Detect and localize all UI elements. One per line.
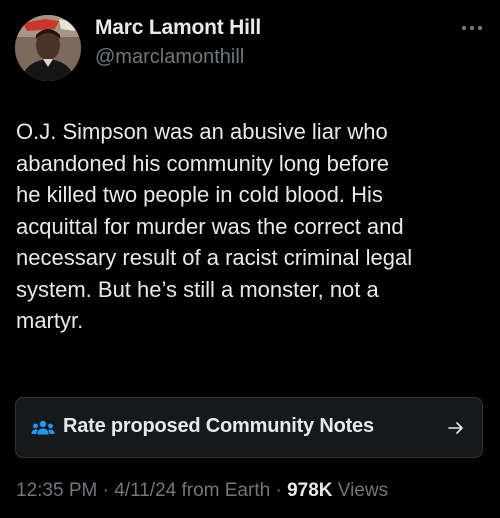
- tweet: Marc Lamont Hill @marclamonthill O.J. Si…: [0, 0, 500, 518]
- tweet-date[interactable]: 4/11/24: [114, 480, 176, 501]
- more-dots-icon: [461, 25, 483, 31]
- separator-dot: ·: [97, 480, 115, 501]
- arrow-right-icon: [448, 422, 463, 434]
- tweet-text: O.J. Simpson was an abusive liar who aba…: [16, 119, 413, 333]
- views-label: Views: [332, 480, 389, 501]
- avatar[interactable]: [15, 15, 81, 81]
- author-name[interactable]: Marc Lamont Hill: [95, 16, 261, 40]
- community-notes-button[interactable]: Rate proposed Community Notes: [15, 397, 483, 458]
- tweet-time[interactable]: 12:35 PM: [16, 480, 97, 501]
- people-icon: [31, 420, 55, 435]
- author-handle[interactable]: @marclamonthill: [95, 46, 244, 69]
- views-count[interactable]: 978K: [287, 480, 332, 501]
- avatar-photo: [15, 15, 81, 81]
- tweet-meta: 12:35 PM · 4/11/24 from Earth · 978K Vie…: [16, 480, 388, 502]
- separator-dot: ·: [270, 480, 288, 501]
- community-notes-label: Rate proposed Community Notes: [63, 415, 374, 437]
- tweet-source: from Earth: [176, 480, 271, 501]
- more-options-button[interactable]: [458, 18, 486, 38]
